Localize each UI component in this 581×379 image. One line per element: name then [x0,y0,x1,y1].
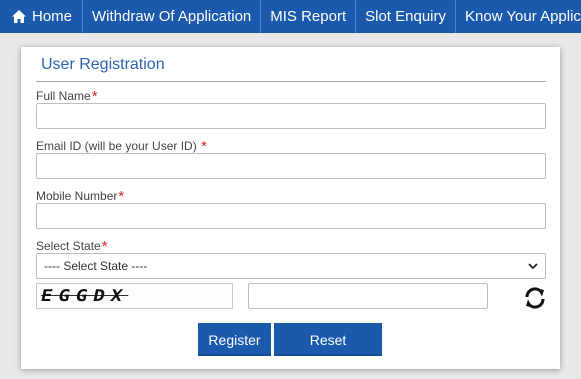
mobile-label-text: Mobile Number [36,189,118,203]
nav-home-label: Home [32,8,73,25]
full-name-input[interactable] [36,103,546,129]
nav-withdraw-label: Withdraw Of Application [92,8,252,25]
captcha-text: EGGDX [39,286,131,306]
nav-slot-label: Slot Enquiry [365,8,446,25]
nav-withdraw-application[interactable]: Withdraw Of Application [83,0,262,33]
nav-slot-enquiry[interactable]: Slot Enquiry [356,0,456,33]
nav-know-label: Know Your Application Status [465,8,581,25]
mobile-label: Mobile Number* [36,187,124,205]
captcha-input[interactable] [248,283,488,309]
state-select[interactable]: ---- Select State ---- [36,253,546,279]
email-input[interactable] [36,153,546,179]
title-divider [36,81,546,82]
nav-know-application-status[interactable]: Know Your Application Status [456,0,581,33]
state-select-value: ---- Select State ---- [44,259,148,273]
top-navbar: Home Withdraw Of Application MIS Report … [0,0,581,33]
register-button[interactable]: Register [198,323,271,356]
refresh-icon[interactable] [523,286,547,310]
mobile-input[interactable] [36,203,546,229]
page-title: User Registration [41,56,165,73]
nav-mis-label: MIS Report [270,8,347,25]
home-icon [12,10,26,23]
reset-button[interactable]: Reset [274,323,382,356]
state-label: Select State* [36,237,108,255]
registration-card: User Registration Full Name* Email ID (w… [21,47,560,369]
full-name-label-text: Full Name [36,89,91,103]
full-name-label: Full Name* [36,87,98,105]
email-label-text: Email ID (will be your User ID) [36,139,201,153]
captcha-image: EGGDX [36,283,233,309]
nav-home[interactable]: Home [0,0,84,33]
email-label: Email ID (will be your User ID) * [36,137,207,155]
chevron-down-icon [528,263,538,270]
nav-mis-report[interactable]: MIS Report [261,0,357,33]
state-label-text: Select State [36,239,101,253]
